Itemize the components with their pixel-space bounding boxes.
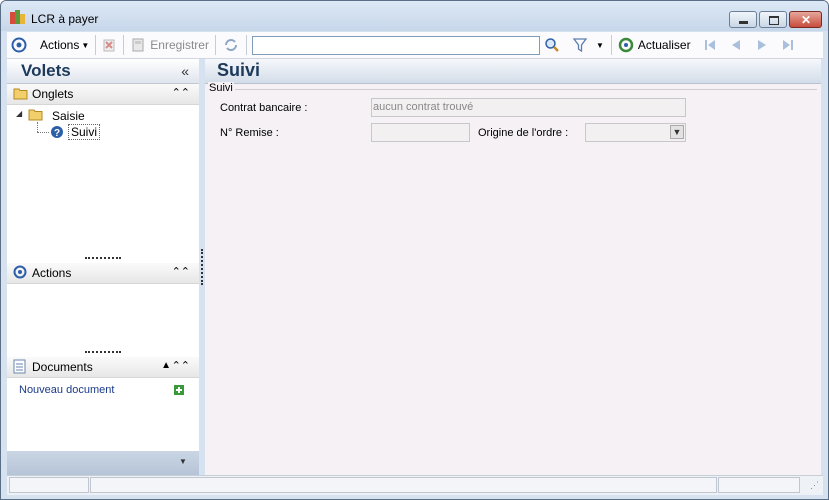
filter-icon[interactable] — [572, 37, 588, 53]
resize-grip-icon[interactable]: ⋰ — [810, 480, 819, 491]
main-panel: Suivi Suivi Contrat bancaire : aucun con… — [205, 59, 821, 475]
minimize-button[interactable] — [729, 11, 757, 28]
last-record-icon[interactable] — [780, 37, 796, 53]
restore-icon — [769, 16, 779, 25]
origine-label: Origine de l'ordre : — [478, 127, 569, 139]
document-icon — [13, 359, 26, 377]
app-window: LCR à payer ✕ Actions ▼ Enregistrer ▼ Ac… — [0, 0, 829, 500]
chevron-down-icon[interactable]: ▼ — [670, 125, 684, 139]
status-cell — [9, 477, 89, 493]
status-cell — [718, 477, 800, 493]
delete-icon[interactable] — [101, 37, 117, 53]
collapse-up-icon[interactable]: ⌃⌃ — [172, 86, 190, 99]
left-panel: Volets « Onglets ⌃⌃ ◢ Saisie ? Suivi Act… — [7, 59, 199, 475]
refresh-button[interactable]: Actualiser — [615, 34, 694, 56]
volets-title: Volets — [21, 61, 71, 80]
filter-dropdown-icon[interactable]: ▼ — [596, 41, 604, 50]
documents-label: Documents — [32, 360, 93, 374]
volets-header: Volets « — [7, 59, 199, 84]
close-icon: ✕ — [801, 13, 812, 27]
search-icon[interactable] — [544, 37, 560, 53]
actions-section-body — [7, 284, 199, 357]
first-record-icon[interactable] — [702, 37, 718, 53]
search-input[interactable] — [251, 35, 540, 55]
refresh-label: Actualiser — [637, 38, 691, 52]
title-bar: LCR à payer ✕ — [1, 1, 828, 31]
remise-label: N° Remise : — [220, 127, 279, 139]
onglets-label: Onglets — [32, 87, 74, 101]
refresh-icon — [618, 37, 634, 53]
collapse-up-icon[interactable]: ⌃⌃ — [172, 359, 190, 372]
window-title: LCR à payer — [31, 12, 99, 26]
actions-section-label: Actions — [32, 266, 72, 280]
actions-menu-label: Actions — [40, 38, 80, 52]
folder-open-icon — [28, 108, 44, 124]
origine-select[interactable]: ▼ — [585, 123, 686, 142]
collapse-up-icon[interactable]: ⌃⌃ — [172, 265, 190, 278]
splitter-grip[interactable] — [85, 351, 121, 353]
documents-section-body: Nouveau document — [7, 378, 199, 443]
new-document-link[interactable]: Nouveau document — [19, 384, 114, 396]
sync-icon[interactable] — [223, 37, 239, 53]
remise-field[interactable] — [371, 123, 470, 142]
next-record-icon[interactable] — [754, 37, 770, 53]
svg-text:?: ? — [54, 128, 60, 139]
expand-up-icon[interactable]: ▲ — [161, 360, 171, 371]
dropdown-arrow-icon: ▼ — [81, 40, 90, 50]
status-cell — [90, 477, 717, 493]
help-icon: ? — [50, 125, 64, 142]
status-bar: ⋰ — [7, 475, 823, 495]
folder-icon — [13, 86, 28, 103]
toolbar: Actions ▼ Enregistrer ▼ Actualiser — [7, 32, 823, 59]
add-icon[interactable] — [174, 384, 184, 398]
close-button[interactable]: ✕ — [789, 11, 822, 28]
maximize-button[interactable] — [759, 11, 787, 28]
onglets-tree: ◢ Saisie ? Suivi — [7, 105, 199, 263]
splitter-grip[interactable] — [85, 257, 121, 259]
page-title: Suivi — [217, 60, 261, 80]
pane-splitter[interactable] — [201, 249, 203, 285]
tree-item-saisie[interactable]: Saisie — [52, 109, 85, 123]
documents-section-header[interactable]: Documents ▲ ⌃⌃ — [7, 357, 199, 378]
save-button[interactable]: Enregistrer — [127, 34, 212, 56]
contrat-bancaire-field[interactable]: aucun contrat trouvé — [371, 98, 686, 117]
save-icon — [130, 37, 146, 53]
app-icon — [10, 10, 26, 26]
target-icon — [13, 265, 27, 282]
tree-item-suivi[interactable]: Suivi — [68, 124, 101, 140]
onglets-section-header[interactable]: Onglets ⌃⌃ — [7, 84, 199, 105]
group-legend: Suivi — [208, 82, 234, 94]
actions-menu-button[interactable]: Actions ▼ — [37, 34, 92, 56]
main-header: Suivi — [205, 59, 821, 84]
save-label: Enregistrer — [150, 38, 209, 52]
panel-footer[interactable]: ▼ — [7, 451, 199, 475]
target-icon[interactable] — [11, 37, 27, 53]
minimize-icon — [739, 21, 748, 24]
collapse-panel-icon[interactable]: « — [181, 63, 189, 79]
contrat-bancaire-label: Contrat bancaire : — [220, 102, 308, 114]
previous-record-icon[interactable] — [728, 37, 744, 53]
tree-expand-icon[interactable]: ◢ — [16, 109, 22, 118]
chevron-down-icon[interactable]: ▼ — [179, 457, 187, 466]
actions-section-header[interactable]: Actions ⌃⌃ — [7, 263, 199, 284]
